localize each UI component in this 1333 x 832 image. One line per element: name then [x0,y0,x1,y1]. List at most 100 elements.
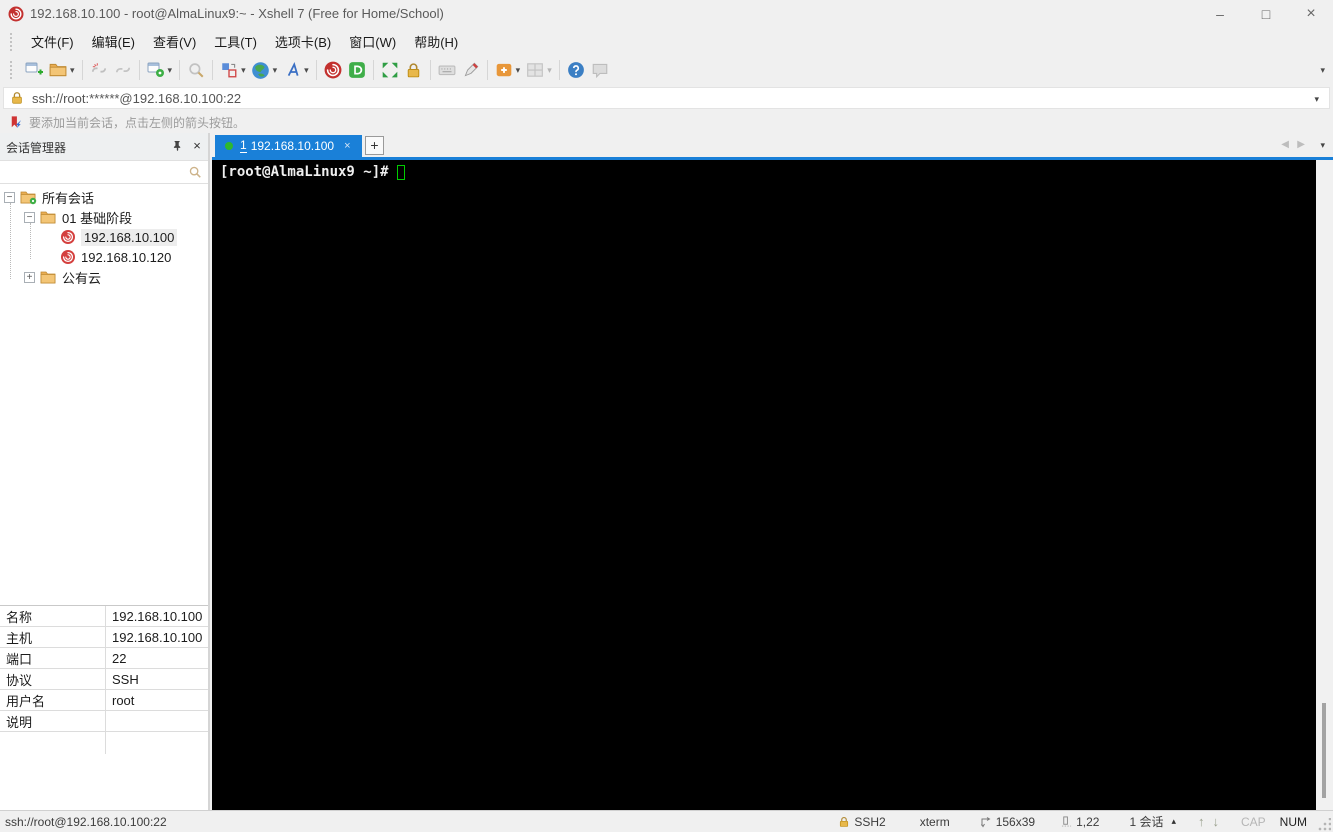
prop-value-description[interactable] [105,710,208,732]
session-properties-caret-icon[interactable]: ▾ [168,58,173,82]
tab-number: 1 [240,138,247,153]
toolbar-separator [179,60,181,80]
menu-tools[interactable]: 工具(T) [205,28,266,55]
session-search-box[interactable] [0,160,208,184]
menu-window[interactable]: 窗口(W) [340,28,405,55]
session-icon [60,249,76,265]
status-terminal-type[interactable]: xterm [920,815,950,829]
find-icon[interactable] [184,58,208,82]
terminal-prompt: [root@AlmaLinux9 ~]# [220,164,389,180]
search-icon[interactable] [188,165,202,179]
address-field[interactable]: ssh://root:******@192.168.10.100:22 ▾ [3,87,1330,109]
infobar-text: 要添加当前会话，点击左侧的箭头按钮。 [29,115,246,130]
scroll-down-icon: ↓ [1212,814,1219,829]
collapse-icon[interactable]: − [4,191,15,203]
toolbar-drag-handle[interactable] [10,61,14,79]
new-tab-button[interactable]: + [365,136,384,155]
session-properties-table: 名称 192.168.10.100 主机 192.168.10.100 端口 2… [0,605,208,754]
terminal-scrollbar[interactable] [1316,160,1333,810]
add-session-arrow-icon[interactable] [8,115,23,130]
session-list-caret-icon[interactable]: ▴ [1171,816,1176,827]
tree-label-folder-cloud[interactable]: 公有云 [62,268,101,287]
address-value[interactable]: ssh://root:******@192.168.10.100:22 [32,91,241,106]
prop-value-name[interactable]: 192.168.10.100 [105,605,208,627]
menu-tabs[interactable]: 选项卡(B) [266,28,340,55]
maximize-button[interactable]: □ [1244,0,1288,28]
address-caret-icon[interactable]: ▾ [1314,88,1319,110]
tree-node-all-sessions[interactable]: − 所有会话 [4,187,94,207]
prop-value-username[interactable]: root [105,689,208,711]
toolbar-separator [138,60,140,80]
pin-icon[interactable] [168,137,186,155]
menu-view[interactable]: 查看(V) [144,28,205,55]
menu-file[interactable]: 文件(F) [22,28,83,55]
menu-help[interactable]: 帮助(H) [405,28,467,55]
panel-close-icon[interactable]: × [188,137,206,155]
fullscreen-icon[interactable] [378,58,402,82]
toolbar-overflow-caret-icon[interactable]: ▾ [1320,55,1325,85]
open-session-caret-icon[interactable]: ▾ [70,58,75,82]
tab-scroll-left-icon: ◀ [1281,139,1289,150]
session-manager-panel: 会话管理器 × − 所有会话 − 01 基础阶段 192.168.10.100 … [0,133,210,810]
help-icon[interactable] [564,58,588,82]
session-search-input[interactable] [4,165,174,181]
compose-pane-caret-icon[interactable]: ▾ [241,58,246,82]
table-row: 说明 [0,710,208,732]
session-icon [60,229,76,245]
tab-scroll-right-icon: ▶ [1297,139,1305,150]
minimize-button[interactable]: – [1198,0,1242,28]
prop-label-host: 主机 [6,630,33,646]
session-properties-icon[interactable] [144,58,168,82]
tree-node-folder-cloud[interactable]: + 公有云 [24,267,101,287]
collapse-icon[interactable]: − [24,211,35,223]
toolbar-separator [212,60,214,80]
root-folder-icon [20,190,37,205]
compose-pane-icon[interactable] [217,58,241,82]
new-session-icon[interactable] [22,58,46,82]
tree-node-folder-basic[interactable]: − 01 基础阶段 [24,207,132,227]
tree-connector [10,203,11,279]
prop-value-port[interactable]: 22 [105,647,208,669]
tree-label-all-sessions[interactable]: 所有会话 [42,188,94,207]
tab-close-icon[interactable]: × [344,140,350,152]
virtual-keyboard-icon [435,58,459,82]
menubar-drag-handle[interactable] [10,32,14,51]
lock-icon[interactable] [402,58,426,82]
tree-label-session-100[interactable]: 192.168.10.100 [81,228,178,246]
open-session-icon[interactable] [46,58,70,82]
tab-label: 192.168.10.100 [250,139,335,153]
addressbar: ssh://root:******@192.168.10.100:22 ▾ [0,85,1333,111]
toolbar-separator [81,60,83,80]
font-icon[interactable] [280,58,304,82]
tree-node-session-100[interactable]: 192.168.10.100 [60,227,178,247]
tree-node-session-120[interactable]: 192.168.10.120 [60,247,171,267]
status-connection: ssh://root@192.168.10.100:22 [5,814,167,829]
expand-icon[interactable]: + [24,271,35,283]
terminal-prompt-line: [root@AlmaLinux9 ~]# [220,164,405,180]
xshell-icon[interactable] [321,58,345,82]
encoding-globe-icon[interactable] [249,58,273,82]
prop-value-protocol[interactable]: SSH [105,668,208,690]
highlight-pen-icon[interactable] [459,58,483,82]
scrollbar-thumb[interactable] [1322,703,1326,798]
tree-label-folder-basic[interactable]: 01 基础阶段 [62,208,132,227]
menubar: 文件(F) 编辑(E) 查看(V) 工具(T) 选项卡(B) 窗口(W) 帮助(… [0,28,1333,55]
new-file-caret-icon[interactable]: ▾ [516,58,521,82]
resize-grip[interactable] [1317,817,1331,832]
font-caret-icon[interactable]: ▾ [304,58,309,82]
xftp-icon[interactable] [345,58,369,82]
tab-list-caret-icon[interactable]: ▾ [1320,133,1325,157]
tab-session-100[interactable]: 1 192.168.10.100 × [215,135,362,157]
status-cursor-position: 1,22 [1076,814,1100,829]
status-session-count[interactable]: 1 会话 [1129,813,1163,830]
prop-value-host[interactable]: 192.168.10.100 [105,626,208,648]
close-button[interactable]: × [1289,0,1333,28]
terminal-area[interactable]: [root@AlmaLinux9 ~]# [212,160,1316,810]
new-file-icon[interactable] [492,58,516,82]
encoding-globe-caret-icon[interactable]: ▾ [273,58,278,82]
tree-label-session-120[interactable]: 192.168.10.120 [81,250,171,265]
toolbar-separator [315,60,317,80]
titlebar: 192.168.10.100 - root@AlmaLinux9:~ - Xsh… [0,0,1333,28]
menu-edit[interactable]: 编辑(E) [83,28,144,55]
reconnect-icon [111,58,135,82]
